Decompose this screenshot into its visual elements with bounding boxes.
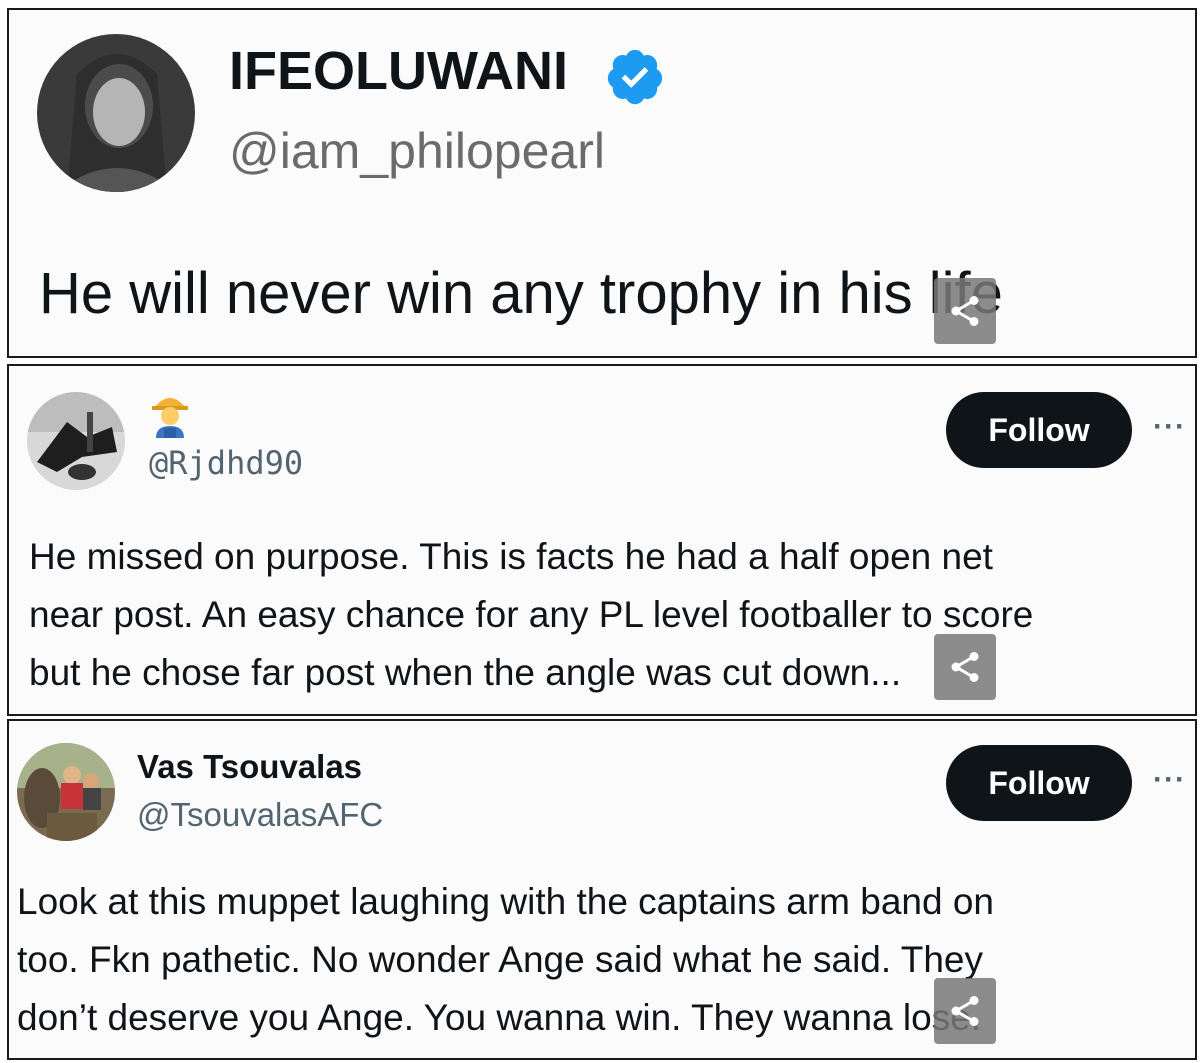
follow-button[interactable]: Follow — [946, 392, 1132, 468]
share-icon[interactable] — [934, 978, 996, 1044]
share-glyph-icon — [951, 652, 979, 682]
tweet-card-3[interactable]: Vas Tsouvalas @TsouvalasAFC Follow ··· L… — [7, 719, 1197, 1060]
verified-badge-icon — [604, 46, 666, 113]
user-handle[interactable]: @Rjdhd90 — [149, 444, 303, 482]
user-handle[interactable]: @TsouvalasAFC — [137, 796, 383, 834]
more-options-icon[interactable]: ··· — [1153, 410, 1186, 444]
follow-button[interactable]: Follow — [946, 745, 1132, 821]
share-icon[interactable] — [934, 634, 996, 700]
man-farmer-emoji-icon — [150, 392, 190, 443]
user-handle[interactable]: @iam_philopearl — [229, 122, 605, 180]
tweet-text: Look at this muppet laughing with the ca… — [17, 881, 995, 1038]
avatar[interactable] — [37, 34, 195, 192]
share-glyph-icon — [951, 996, 979, 1026]
tweet-card-2[interactable]: @Rjdhd90 Follow ··· He missed on purpose… — [7, 364, 1197, 716]
tweet-text: He missed on purpose. This is facts he h… — [29, 536, 1034, 693]
more-options-icon[interactable]: ··· — [1153, 763, 1186, 797]
tweet-text: He will never win any trophy in his life — [39, 261, 1003, 326]
display-name[interactable]: Vas Tsouvalas — [137, 748, 362, 786]
share-icon[interactable] — [934, 278, 996, 344]
avatar[interactable] — [17, 743, 115, 841]
display-name[interactable]: IFEOLUWANI — [229, 40, 568, 102]
tweet-card-1[interactable]: IFEOLUWANI @iam_philopearl He will never… — [7, 8, 1197, 358]
share-glyph-icon — [951, 296, 979, 326]
avatar[interactable] — [27, 392, 125, 490]
